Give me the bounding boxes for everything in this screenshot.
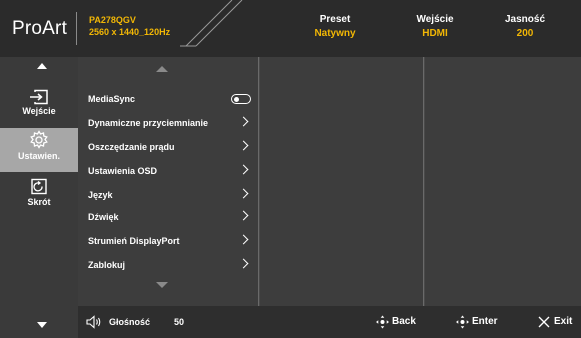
joystick-icon xyxy=(376,315,389,329)
chevron-right-icon xyxy=(238,164,249,175)
scroll-up-arrow-icon[interactable] xyxy=(156,66,168,72)
preset-value: Natywny xyxy=(314,28,356,39)
chevron-right-icon xyxy=(238,140,249,151)
menu-item-label: Dynamiczne przyciemnianie xyxy=(88,118,209,128)
osd-menu: ProArt PA278QGV 2560 x 1440_120Hz Preset… xyxy=(0,0,581,338)
sidebar-item-input[interactable]: Wejście xyxy=(0,87,78,127)
volume-value: 50 xyxy=(174,317,185,327)
monitor-info: PA278QGV 2560 x 1440_120Hz xyxy=(89,14,170,38)
shortcut-icon xyxy=(31,178,47,195)
sidebar-item-label: Ustawien. xyxy=(17,151,60,161)
footer-bar: Głośność 50 Back Enter Exit xyxy=(78,306,581,338)
input-label: Wejście xyxy=(416,14,454,25)
input-icon xyxy=(30,89,48,105)
settings-menu: MediaSync Dynamiczne przyciemnianie Oszc… xyxy=(78,57,259,306)
header-brightness: Jasność 200 xyxy=(495,13,555,41)
menu-item-label: Dźwięk xyxy=(88,212,119,222)
header-bar: ProArt PA278QGV 2560 x 1440_120Hz Preset… xyxy=(0,0,581,57)
submenu-panel xyxy=(260,57,424,306)
sidebar-item-label: Skrót xyxy=(27,197,51,207)
toggle-knob xyxy=(234,96,239,102)
header-input: Wejście HDMI xyxy=(405,13,465,41)
menu-item-label: MediaSync xyxy=(88,94,136,104)
chevron-right-icon xyxy=(238,210,249,221)
sidebar-item-label: Wejście xyxy=(22,106,56,116)
menu-item-label: Język xyxy=(88,190,113,200)
sidebar-item-settings[interactable]: Ustawien. xyxy=(0,128,78,172)
resolution-text: 2560 x 1440_120Hz xyxy=(89,27,171,37)
logo-divider xyxy=(76,12,77,45)
joystick-icon xyxy=(456,315,469,329)
volume-label: Głośność xyxy=(109,317,151,327)
back-label: Back xyxy=(392,316,416,327)
chevron-right-icon xyxy=(238,234,249,245)
menu-item-lock[interactable]: Zablokuj xyxy=(88,255,251,275)
menu-item-power-saving[interactable]: Oszczędzanie prądu xyxy=(88,137,251,157)
sidebar-item-shortcut[interactable]: Skrót xyxy=(0,176,78,216)
header-preset: Preset Natywny xyxy=(300,13,370,41)
menu-item-dynamic-dimming[interactable]: Dynamiczne przyciemnianie xyxy=(88,113,251,133)
proart-logo: ProArt xyxy=(12,18,68,39)
speaker-icon xyxy=(86,315,101,329)
model-name: PA278QGV xyxy=(89,15,136,25)
menu-item-label: Zablokuj xyxy=(88,260,126,270)
exit-label: Exit xyxy=(554,316,573,327)
value-panel xyxy=(425,57,581,306)
menu-item-displayport-stream[interactable]: Strumień DisplayPort xyxy=(88,231,251,251)
menu-item-osd-settings[interactable]: Ustawienia OSD xyxy=(88,161,251,181)
brightness-value: 200 xyxy=(516,28,534,39)
header-diagonal-decoration xyxy=(180,0,243,47)
menu-item-language[interactable]: Język xyxy=(88,185,251,205)
input-value: HDMI xyxy=(422,28,448,39)
menu-item-label: Oszczędzanie prądu xyxy=(88,142,175,152)
chevron-right-icon xyxy=(238,116,249,127)
chevron-right-icon xyxy=(238,258,249,269)
mediasync-toggle[interactable] xyxy=(231,94,251,104)
close-icon xyxy=(538,316,550,328)
brightness-label: Jasność xyxy=(504,14,546,25)
scroll-down-arrow-icon[interactable] xyxy=(156,282,168,288)
sidebar-up-arrow-icon[interactable] xyxy=(37,63,47,69)
enter-label: Enter xyxy=(472,316,498,327)
menu-item-label: Ustawienia OSD xyxy=(88,166,158,176)
sidebar: Wejście Ustawien. Skrót xyxy=(0,57,78,338)
menu-item-mediasync[interactable]: MediaSync xyxy=(88,89,251,109)
menu-item-label: Strumień DisplayPort xyxy=(88,236,180,246)
preset-label: Preset xyxy=(319,14,351,25)
sidebar-down-arrow-icon[interactable] xyxy=(37,322,47,328)
chevron-right-icon xyxy=(238,188,249,199)
gear-icon xyxy=(30,130,48,149)
menu-item-sound[interactable]: Dźwięk xyxy=(88,207,251,227)
